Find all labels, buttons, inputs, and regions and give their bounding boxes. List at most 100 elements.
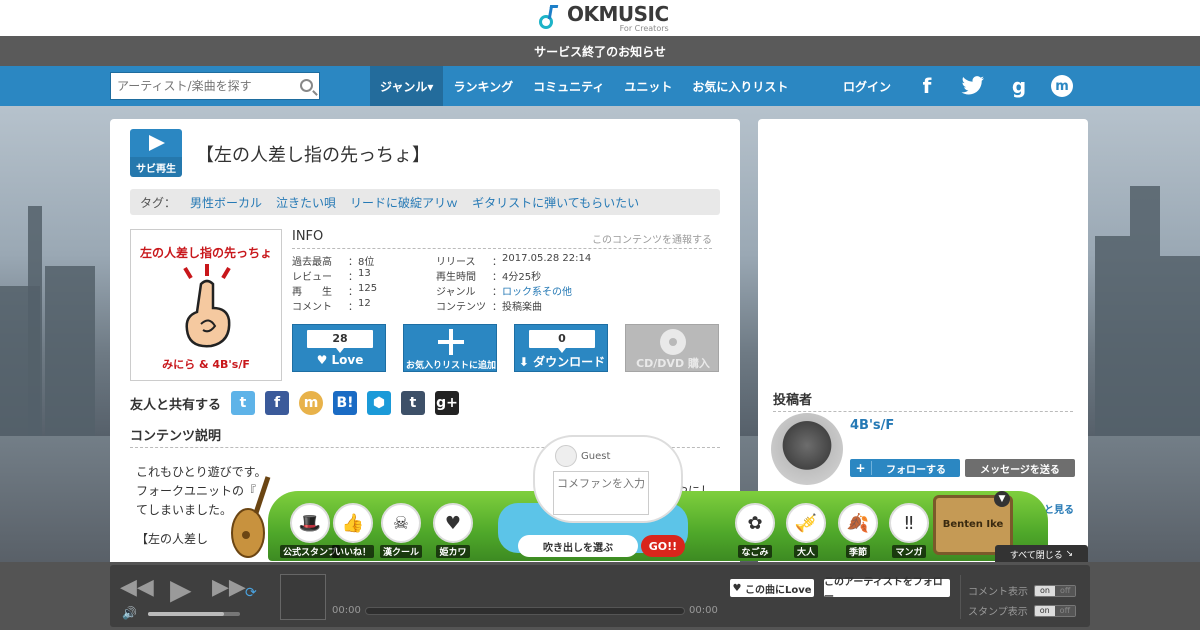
stamp-cool[interactable]: ☠ 漢クール (380, 503, 423, 558)
stamp-manga[interactable]: ‼ マンガ (889, 503, 929, 558)
report-link[interactable]: このコンテンツを通報する (592, 231, 712, 246)
nav-favorites[interactable]: お気に入りリスト (682, 66, 798, 106)
select-bubble-button[interactable]: 吹き出しを選ぶ (518, 535, 638, 557)
tag-link[interactable]: 泣きたい唄 (276, 194, 336, 211)
love-label: ♥ Love (316, 353, 364, 367)
comment-display-switch[interactable]: on off (1034, 584, 1077, 597)
time-total: 00:00 (689, 605, 718, 616)
facebook-share-icon[interactable]: f (265, 391, 290, 415)
download-count: 0 (529, 330, 595, 353)
twitter-icon[interactable] (959, 72, 987, 100)
main-nav: ジャンル▾ ランキング コミュニティ ユニット お気に入りリスト (370, 66, 798, 106)
facebook-icon[interactable]: f (913, 72, 941, 100)
cd-dvd-label: CD/DVD 購入 (636, 357, 710, 370)
official-stamp-icon: 🎩 (289, 503, 330, 543)
service-end-notice[interactable]: サービス終了のお知らせ (0, 36, 1200, 66)
love-count: 28 (307, 330, 373, 353)
info-value: 2017.05.28 22:14 (502, 253, 592, 264)
biwa-lute-icon (231, 476, 271, 558)
stamp-relax[interactable]: ✿ なごみ (735, 503, 775, 558)
info-value: 投稿楽曲 (502, 302, 542, 313)
close-all-button[interactable]: すべて閉じる ↘ (995, 545, 1088, 563)
nav-genre[interactable]: ジャンル▾ (370, 66, 444, 106)
chevron-down-icon[interactable]: ▼ (994, 491, 1010, 507)
seek-bar[interactable] (365, 607, 685, 615)
play-icon[interactable]: ▶ (170, 573, 192, 606)
forward-icon[interactable]: ▶▶ (212, 575, 246, 600)
comment-cloud: Guest (533, 435, 683, 523)
info-key: コメント (292, 302, 332, 313)
add-favorite-button[interactable]: お気入りリストに追加 (403, 324, 497, 372)
search-icon[interactable] (300, 79, 313, 92)
googleplus-share-icon[interactable]: g+ (435, 391, 460, 415)
cool-stamp-icon: ☠ (381, 503, 421, 543)
info-value: 4分25秒 (502, 272, 542, 283)
mixi-icon[interactable]: m (1051, 75, 1074, 97)
repeat-icon[interactable]: ⟳ (245, 585, 257, 601)
poster-heading: 投稿者 (773, 389, 1073, 412)
tags-label: タグ： (140, 195, 177, 210)
stamp-official[interactable]: 🎩 公式スタンプ (280, 503, 340, 558)
action-buttons: 28 ♥ Love お気入りリストに追加 0 ⬇ ダウンロード CD/DVD 購… (292, 324, 719, 372)
stamp-cute[interactable]: ♥ 姫カワ (433, 503, 473, 558)
poster-name[interactable]: 4B's/F (850, 418, 894, 433)
adult-stamp-icon: 🎺 (786, 503, 826, 543)
logo-name: OKMUSIC (567, 1, 669, 26)
google-icon[interactable]: g (1005, 72, 1033, 100)
volume-slider[interactable] (148, 612, 240, 616)
time-current: 00:00 (332, 605, 361, 616)
sabi-play-label: サビ再生 (130, 157, 182, 177)
love-button[interactable]: 28 ♥ Love (292, 324, 386, 372)
volume-icon[interactable]: 🔊 (122, 606, 137, 620)
evernote-share-icon[interactable]: ⬢ (367, 391, 392, 415)
stamp-display-switch[interactable]: on off (1033, 604, 1077, 617)
search-box (110, 72, 320, 100)
song-title: 【左の人差し指の先っちょ】 (196, 145, 430, 166)
notice-text[interactable]: サービス終了のお知らせ (534, 43, 666, 60)
stamp-adult[interactable]: 🎺 大人 (786, 503, 826, 558)
divider (960, 575, 961, 619)
tag-bar: タグ： 男性ボーカル 泣きたい唄 リードに破綻アリｗ ギタリストに弾いてもらいた… (130, 189, 720, 215)
info-value: 13 (358, 268, 371, 279)
follow-artist-button[interactable]: このアーティストをフォロー (824, 577, 950, 603)
stamp-like[interactable]: 👍 いいね！ (332, 503, 375, 558)
jacket-artist: みにら & 4B's/F (162, 358, 250, 371)
info-key: 再 生 (292, 287, 332, 298)
twitter-share-icon[interactable]: t (231, 391, 256, 415)
nav-unit[interactable]: ユニット (614, 66, 682, 106)
nav-ranking[interactable]: ランキング (443, 66, 523, 106)
love-song-button[interactable]: ♥ この曲にLove (730, 579, 814, 597)
tag-link[interactable]: ギタリストに弾いてもらいたい (472, 194, 639, 211)
plus-icon (438, 329, 464, 355)
logo-mark-icon (537, 3, 563, 33)
sabi-play-button[interactable]: サビ再生 (130, 129, 182, 177)
stamp-panel: 🎩 公式スタンプ 👍 いいね！ ☠ 漢クール ♥ 姫カワ Guest 吹き出しを… (228, 435, 1090, 563)
logo-bar: OKMUSIC For Creators (0, 0, 1200, 36)
share-label: 友人と共有する (130, 397, 222, 413)
info-key: レビュー (292, 272, 332, 283)
hatena-share-icon[interactable]: B! (333, 391, 358, 415)
stamp-season[interactable]: 🍂 季節 (838, 503, 878, 558)
nav-community[interactable]: コミュニティ (523, 66, 614, 106)
tag-link[interactable]: 男性ボーカル (190, 194, 262, 211)
genre-link[interactable]: ロック系その他 (502, 283, 572, 298)
info-key: 過去最高 (292, 257, 332, 268)
tag-link[interactable]: リードに破綻アリｗ (350, 194, 458, 211)
mixi-share-icon[interactable]: m (299, 391, 324, 415)
go-button[interactable]: GO!! (641, 535, 685, 557)
add-favorite-label: お気入りリストに追加 (405, 361, 496, 371)
login-link[interactable]: ログイン (843, 78, 891, 95)
download-button[interactable]: 0 ⬇ ダウンロード (514, 324, 608, 372)
nav-right: ログイン f g m (843, 66, 1074, 106)
disc-icon (660, 329, 686, 355)
search-input[interactable] (111, 73, 291, 99)
rewind-icon[interactable]: ◀◀ (120, 575, 154, 600)
cd-dvd-button[interactable]: CD/DVD 購入 (625, 324, 719, 372)
track-thumbnail (280, 574, 326, 620)
okmusic-logo[interactable]: OKMUSIC For Creators (537, 2, 669, 34)
info-panel: INFO このコンテンツを通報する 過去最高： 8位 レビュー： 13 再 生： 12… (292, 229, 712, 313)
comment-input[interactable] (553, 471, 649, 515)
nav-bar: ジャンル▾ ランキング コミュニティ ユニット お気に入りリスト ログイン f … (0, 66, 1200, 106)
comment-display-toggle: コメント表示 on off (968, 583, 1077, 598)
tumblr-share-icon[interactable]: t (401, 391, 426, 415)
